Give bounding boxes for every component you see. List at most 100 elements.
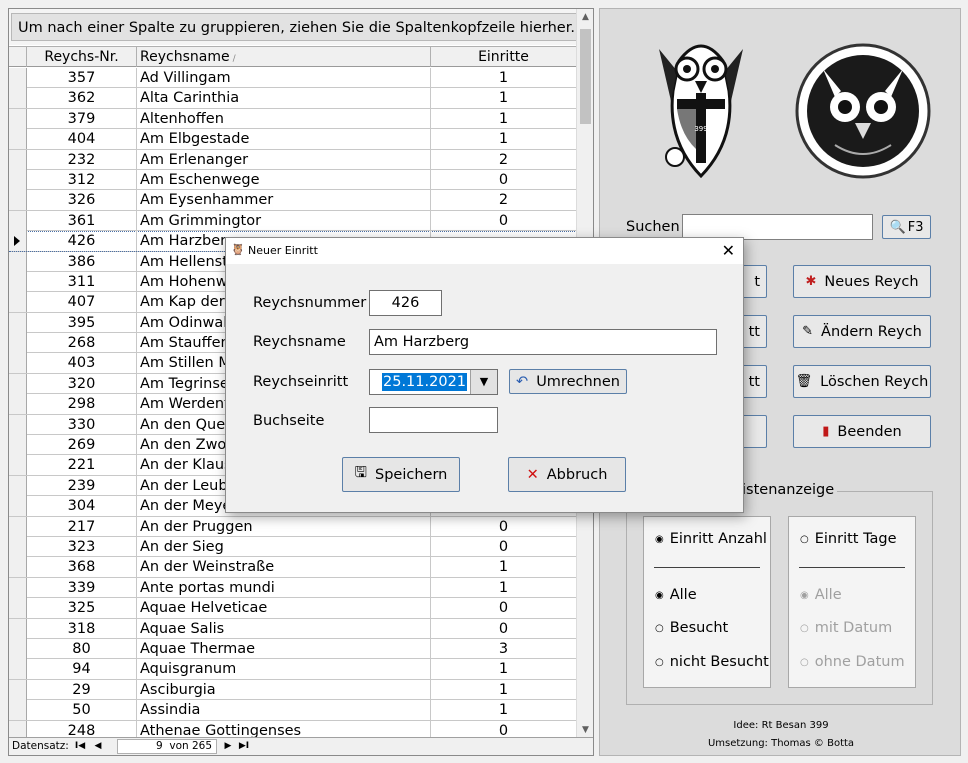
row-indicator[interactable] bbox=[9, 271, 27, 292]
radio-checked-icon: ◉ bbox=[655, 533, 664, 545]
row-indicator[interactable] bbox=[9, 129, 27, 150]
row-indicator[interactable] bbox=[9, 536, 27, 557]
row-indicator[interactable] bbox=[9, 618, 27, 639]
group-panel[interactable]: Um nach einer Spalte zu gruppieren, zieh… bbox=[9, 9, 582, 45]
row-indicator[interactable] bbox=[9, 394, 27, 415]
table-row[interactable]: 362 Alta Carinthia 1 bbox=[9, 88, 577, 109]
table-row[interactable]: 325 Aquae Helveticae 0 bbox=[9, 598, 577, 619]
last-record-icon[interactable]: ▶I bbox=[237, 739, 251, 754]
table-row[interactable]: 29 Asciburgia 1 bbox=[9, 679, 577, 701]
radio-unchecked-icon: ○ bbox=[800, 533, 809, 545]
row-indicator[interactable] bbox=[9, 414, 27, 435]
dialog-titlebar[interactable]: 🦉 Neuer Einritt ✕ bbox=[226, 238, 743, 264]
row-indicator[interactable] bbox=[9, 88, 27, 109]
column-header-einritte[interactable]: Einritte bbox=[431, 47, 577, 67]
search-f3-button[interactable]: 🔍 F3 bbox=[882, 215, 931, 239]
row-indicator[interactable] bbox=[9, 292, 27, 313]
umrechnen-button[interactable]: ↶ Umrechnen bbox=[509, 369, 627, 394]
row-indicator[interactable] bbox=[9, 190, 27, 211]
cell-nr: 386 bbox=[27, 251, 137, 272]
chevron-down-icon[interactable]: ▼ bbox=[470, 370, 497, 394]
hidden-button-1-label: t bbox=[754, 273, 760, 290]
scroll-thumb[interactable] bbox=[580, 29, 591, 124]
reychsname-field[interactable]: Am Harzberg bbox=[369, 329, 717, 355]
einritt-tage-box: ○ Einritt Tage ◉ Alle ○ mit Datum ○ ohne Dat… bbox=[788, 516, 916, 688]
buchseite-field[interactable] bbox=[369, 407, 498, 433]
row-indicator[interactable] bbox=[9, 455, 27, 476]
record-position: 9 bbox=[156, 740, 163, 752]
row-indicator[interactable] bbox=[9, 700, 27, 721]
row-indicator[interactable] bbox=[9, 333, 27, 354]
radio-besucht[interactable]: ○ Besucht bbox=[655, 620, 728, 636]
row-indicator[interactable] bbox=[9, 353, 27, 374]
row-indicator[interactable] bbox=[9, 373, 27, 394]
row-indicator[interactable] bbox=[9, 108, 27, 129]
table-row[interactable]: 404 Am Elbgestade 1 bbox=[9, 129, 577, 150]
reychsname-label: Reychsname bbox=[253, 334, 346, 350]
mit-datum-label: mit Datum bbox=[814, 620, 893, 636]
reychseinritt-date-field[interactable]: 25.11.2021 ▼ bbox=[369, 369, 498, 395]
table-row[interactable]: 318 Aquae Salis 0 bbox=[9, 618, 577, 639]
table-row[interactable]: 326 Am Eysenhammer 2 bbox=[9, 190, 577, 211]
row-indicator[interactable] bbox=[9, 577, 27, 598]
radio-nicht-besucht[interactable]: ○ nicht Besucht bbox=[655, 654, 769, 670]
row-indicator[interactable] bbox=[9, 435, 27, 456]
neues-reych-button[interactable]: ✱ Neues Reych bbox=[793, 265, 931, 298]
scroll-up-icon[interactable]: ▲ bbox=[577, 9, 593, 26]
einritt-tage-label: Einritt Tage bbox=[814, 531, 897, 547]
table-row[interactable]: 368 An der Weinstraße 1 bbox=[9, 557, 577, 578]
radio-einritt-anzahl[interactable]: ◉ Einritt Anzahl bbox=[655, 531, 767, 547]
speichern-button[interactable]: 🖫 Speichern bbox=[342, 457, 460, 492]
table-row[interactable]: 379 Altenhoffen 1 bbox=[9, 108, 577, 130]
close-icon[interactable]: ✕ bbox=[722, 241, 735, 260]
row-indicator[interactable] bbox=[9, 516, 27, 537]
row-indicator[interactable] bbox=[9, 312, 27, 333]
row-indicator[interactable] bbox=[9, 251, 27, 272]
row-indicator[interactable] bbox=[9, 557, 27, 578]
cell-name: Asciburgia bbox=[137, 679, 431, 700]
table-row[interactable]: 232 Am Erlenanger 2 bbox=[9, 149, 577, 170]
row-indicator[interactable] bbox=[9, 149, 27, 170]
divider bbox=[654, 567, 760, 568]
column-header-nr[interactable]: Reychs-Nr. bbox=[27, 47, 137, 67]
table-row[interactable]: 94 Aquisgranum 1 bbox=[9, 659, 577, 680]
table-row[interactable]: 339 Ante portas mundi 1 bbox=[9, 577, 577, 599]
table-row[interactable]: 50 Assindia 1 bbox=[9, 700, 577, 721]
row-indicator[interactable] bbox=[9, 210, 27, 231]
row-indicator[interactable] bbox=[9, 231, 27, 252]
row-indicator[interactable] bbox=[9, 496, 27, 517]
besucht-label: Besucht bbox=[669, 620, 729, 636]
prev-record-icon[interactable]: ◀ bbox=[91, 739, 105, 754]
table-row[interactable]: 80 Aquae Thermae 3 bbox=[9, 638, 577, 660]
cell-nr: 426 bbox=[27, 231, 137, 252]
reychsnummer-field[interactable]: 426 bbox=[369, 290, 442, 316]
table-row[interactable]: 312 Am Eschenwege 0 bbox=[9, 169, 577, 191]
aendern-reych-button[interactable]: ✎ Ändern Reych bbox=[793, 315, 931, 348]
next-record-icon[interactable]: ▶ bbox=[221, 739, 235, 754]
einritt-anzahl-box: ◉ Einritt Anzahl ◉ Alle ○ Besucht ○ nicht Be… bbox=[643, 516, 771, 688]
first-record-icon[interactable]: I◀ bbox=[73, 739, 87, 754]
row-indicator[interactable] bbox=[9, 598, 27, 619]
row-indicator[interactable] bbox=[9, 68, 27, 88]
search-label: Suchen bbox=[626, 219, 680, 235]
row-indicator[interactable] bbox=[9, 169, 27, 190]
table-row[interactable]: 361 Am Grimmingtor 0 bbox=[9, 210, 577, 232]
abbruch-button[interactable]: ✕ Abbruch bbox=[508, 457, 626, 492]
cell-nr: 320 bbox=[27, 373, 137, 394]
row-indicator[interactable] bbox=[9, 638, 27, 659]
row-indicator[interactable] bbox=[9, 679, 27, 700]
beenden-button[interactable]: ▮ Beenden bbox=[793, 415, 931, 448]
new-record-icon: ✱ bbox=[805, 274, 817, 289]
record-position-box[interactable]: 9 von 265 bbox=[117, 739, 217, 754]
search-icon: 🔍 bbox=[889, 219, 906, 235]
row-indicator[interactable] bbox=[9, 475, 27, 496]
row-indicator[interactable] bbox=[9, 659, 27, 680]
cell-nr: 362 bbox=[27, 88, 137, 109]
loeschen-reych-button[interactable]: 🗑 Löschen Reych bbox=[793, 365, 931, 398]
radio-einritt-tage[interactable]: ○ Einritt Tage bbox=[800, 531, 897, 547]
table-row[interactable]: 357 Ad Villingam 1 bbox=[9, 68, 577, 89]
table-row[interactable]: 217 An der Pruggen 0 bbox=[9, 516, 577, 537]
radio-alle[interactable]: ◉ Alle bbox=[655, 587, 697, 603]
column-header-name[interactable]: Reychsname / bbox=[137, 47, 431, 67]
table-row[interactable]: 323 An der Sieg 0 bbox=[9, 536, 577, 558]
